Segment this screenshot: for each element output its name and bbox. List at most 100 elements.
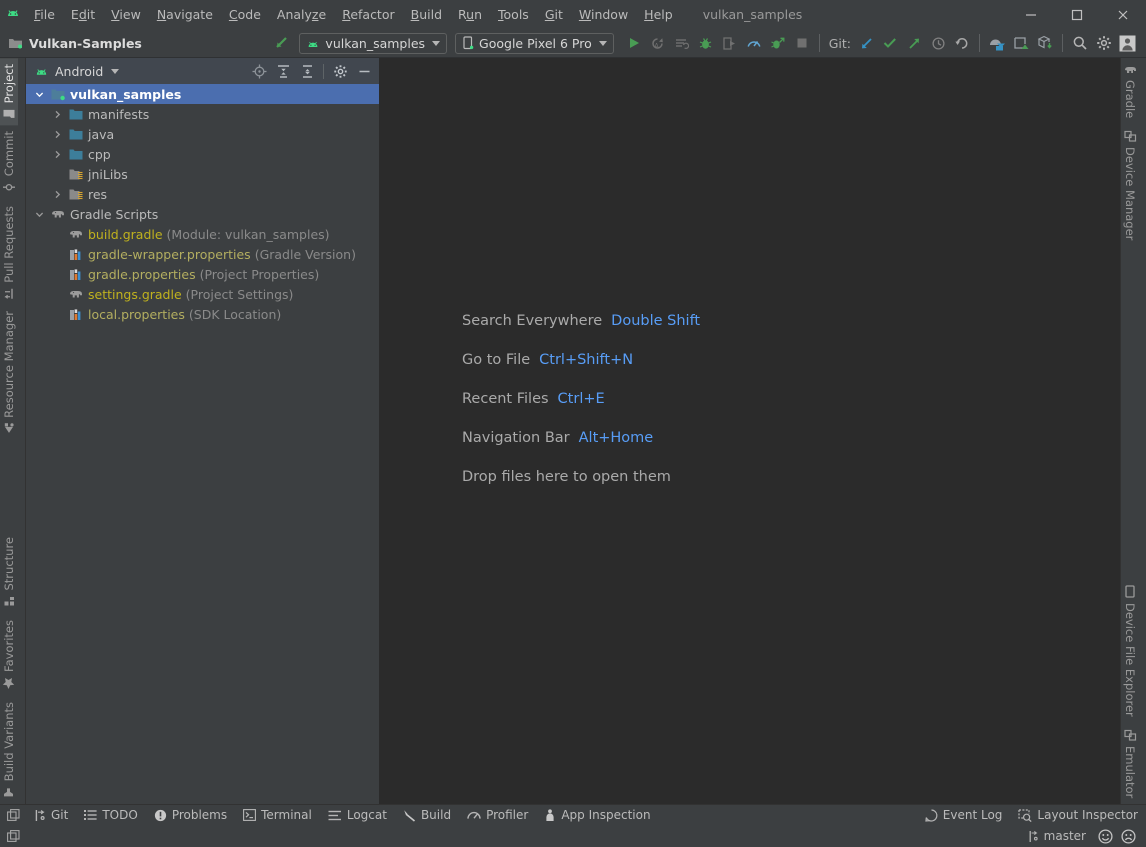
menu-file[interactable]: File	[26, 4, 63, 25]
sidebar-item-resource-manager[interactable]: Resource Manager	[0, 305, 18, 441]
apply-code-changes-button[interactable]	[670, 32, 694, 55]
sidebar-item-favorites[interactable]: Favorites	[0, 614, 18, 696]
menu-code[interactable]: Code	[221, 4, 269, 25]
status-button-layout-inspector[interactable]: Layout Inspector	[1010, 805, 1146, 826]
tree-row[interactable]: settings.gradle (Project Settings)	[26, 284, 379, 304]
search-everywhere-button[interactable]	[1068, 32, 1092, 55]
sad-face-icon[interactable]	[1121, 829, 1136, 844]
status-button-build[interactable]: Build	[395, 805, 459, 826]
tree-row[interactable]: build.gradle (Module: vulkan_samples)	[26, 224, 379, 244]
crosshair-target-icon[interactable]	[248, 60, 270, 82]
update-project-button[interactable]	[854, 32, 878, 55]
tree-row[interactable]: gradle-wrapper.properties (Gradle Versio…	[26, 244, 379, 264]
history-button[interactable]	[926, 32, 950, 55]
menu-edit[interactable]: Edit	[63, 4, 103, 25]
tree-row[interactable]: local.properties (SDK Location)	[26, 304, 379, 324]
structure-icon	[3, 596, 15, 608]
tree-row-suffix: (Project Settings)	[186, 287, 294, 302]
menu-refactor[interactable]: Refactor	[334, 4, 402, 25]
sdk-manager-button[interactable]	[1009, 32, 1033, 55]
apply-changes-button[interactable]: A	[646, 32, 670, 55]
sidebar-item-structure[interactable]: Structure	[0, 531, 18, 614]
profiler-button[interactable]	[742, 32, 766, 55]
gear-icon[interactable]	[329, 60, 351, 82]
collapse-all-icon[interactable]	[296, 60, 318, 82]
git-branch-widget[interactable]: master	[1024, 829, 1090, 843]
run-with-coverage-button[interactable]	[766, 32, 790, 55]
chevron-down-icon[interactable]	[32, 210, 46, 219]
happy-face-icon[interactable]	[1098, 829, 1113, 844]
status-button-profiler[interactable]: Profiler	[459, 805, 536, 826]
status-button-git[interactable]: Git	[26, 805, 76, 826]
status-button-todo[interactable]: TODO	[76, 805, 145, 826]
menu-git[interactable]: Git	[537, 4, 571, 25]
show-tool-windows-corner-icon[interactable]	[0, 825, 26, 847]
push-button[interactable]	[902, 32, 926, 55]
run-button[interactable]	[622, 32, 646, 55]
avd-manager-button[interactable]	[985, 32, 1009, 55]
gradle-elephant-icon	[68, 228, 84, 240]
attach-debugger-button[interactable]	[718, 32, 742, 55]
menu-code-mnemonic: C	[229, 7, 238, 22]
tree-row[interactable]: gradle.properties (Project Properties)	[26, 264, 379, 284]
settings-button[interactable]	[1092, 32, 1116, 55]
tree-row[interactable]: jniLibs	[26, 164, 379, 184]
chevron-right-icon[interactable]	[50, 150, 64, 159]
menu-build[interactable]: Build	[403, 4, 450, 25]
chevron-right-icon[interactable]	[50, 130, 64, 139]
menu-view[interactable]: View	[103, 4, 149, 25]
project-title-label: Vulkan-Samples	[29, 36, 142, 51]
module-folder-icon	[50, 88, 66, 101]
chevron-right-icon[interactable]	[50, 110, 64, 119]
res-folder-icon	[68, 168, 84, 181]
tree-row[interactable]: java	[26, 124, 379, 144]
menu-navigate[interactable]: Navigate	[149, 4, 221, 25]
debug-button[interactable]	[694, 32, 718, 55]
status-button-logcat[interactable]: Logcat	[320, 805, 395, 826]
status-button-event-log[interactable]: Event Log	[917, 805, 1011, 826]
close-icon[interactable]	[1100, 0, 1146, 29]
minus-icon[interactable]	[353, 60, 375, 82]
minimize-icon[interactable]	[1008, 0, 1054, 29]
menu-window[interactable]: Window	[571, 4, 636, 25]
sidebar-item-emulator[interactable]: Emulator	[1121, 723, 1139, 804]
sidebar-item-pull-requests[interactable]: Pull Requests	[0, 200, 18, 306]
project-breadcrumb[interactable]: Vulkan-Samples	[0, 36, 270, 51]
maximize-icon[interactable]	[1054, 0, 1100, 29]
project-tree[interactable]: vulkan_samplesmanifestsjavacppjniLibsres…	[26, 84, 379, 804]
chevron-down-icon[interactable]	[32, 90, 46, 99]
sync-gradle-icon[interactable]	[270, 32, 294, 55]
expand-all-icon[interactable]	[272, 60, 294, 82]
sidebar-item-device-file-explorer[interactable]: Device File Explorer	[1121, 579, 1139, 723]
show-tool-windows-icon[interactable]	[0, 805, 26, 826]
sidebar-item-device-manager[interactable]: Device Manager	[1121, 124, 1139, 246]
run-configuration-selector[interactable]: vulkan_samples	[299, 33, 447, 54]
sidebar-item-build-variants[interactable]: Build Variants	[0, 696, 18, 804]
tree-row[interactable]: cpp	[26, 144, 379, 164]
status-button-terminal[interactable]: Terminal	[235, 805, 320, 826]
tree-row[interactable]: res	[26, 184, 379, 204]
menu-run[interactable]: Run	[450, 4, 490, 25]
menu-tools[interactable]: Tools	[490, 4, 537, 25]
menu-analyze[interactable]: Analyze	[269, 4, 334, 25]
rollback-button[interactable]	[950, 32, 974, 55]
device-manager-button[interactable]	[1033, 32, 1057, 55]
chevron-down-icon[interactable]	[111, 69, 119, 74]
sidebar-item-gradle[interactable]: Gradle	[1121, 58, 1139, 124]
sidebar-item-project[interactable]: Project	[0, 58, 18, 125]
project-view-selector-label[interactable]: Android	[55, 64, 103, 79]
stop-button[interactable]	[790, 32, 814, 55]
chevron-right-icon[interactable]	[50, 190, 64, 199]
tree-row[interactable]: vulkan_samples	[26, 84, 379, 104]
sidebar-item-commit[interactable]: Commit	[0, 125, 18, 199]
status-button-event-log-label: Event Log	[943, 808, 1003, 822]
menu-refactor-rest: efactor	[350, 7, 394, 22]
status-button-problems[interactable]: Problems	[146, 805, 235, 826]
device-selector[interactable]: Google Pixel 6 Pro	[455, 33, 614, 54]
account-button[interactable]	[1116, 32, 1140, 55]
commit-button[interactable]	[878, 32, 902, 55]
tree-row[interactable]: manifests	[26, 104, 379, 124]
menu-help[interactable]: Help	[636, 4, 681, 25]
status-button-app-inspection[interactable]: App Inspection	[536, 805, 658, 826]
tree-row[interactable]: Gradle Scripts	[26, 204, 379, 224]
